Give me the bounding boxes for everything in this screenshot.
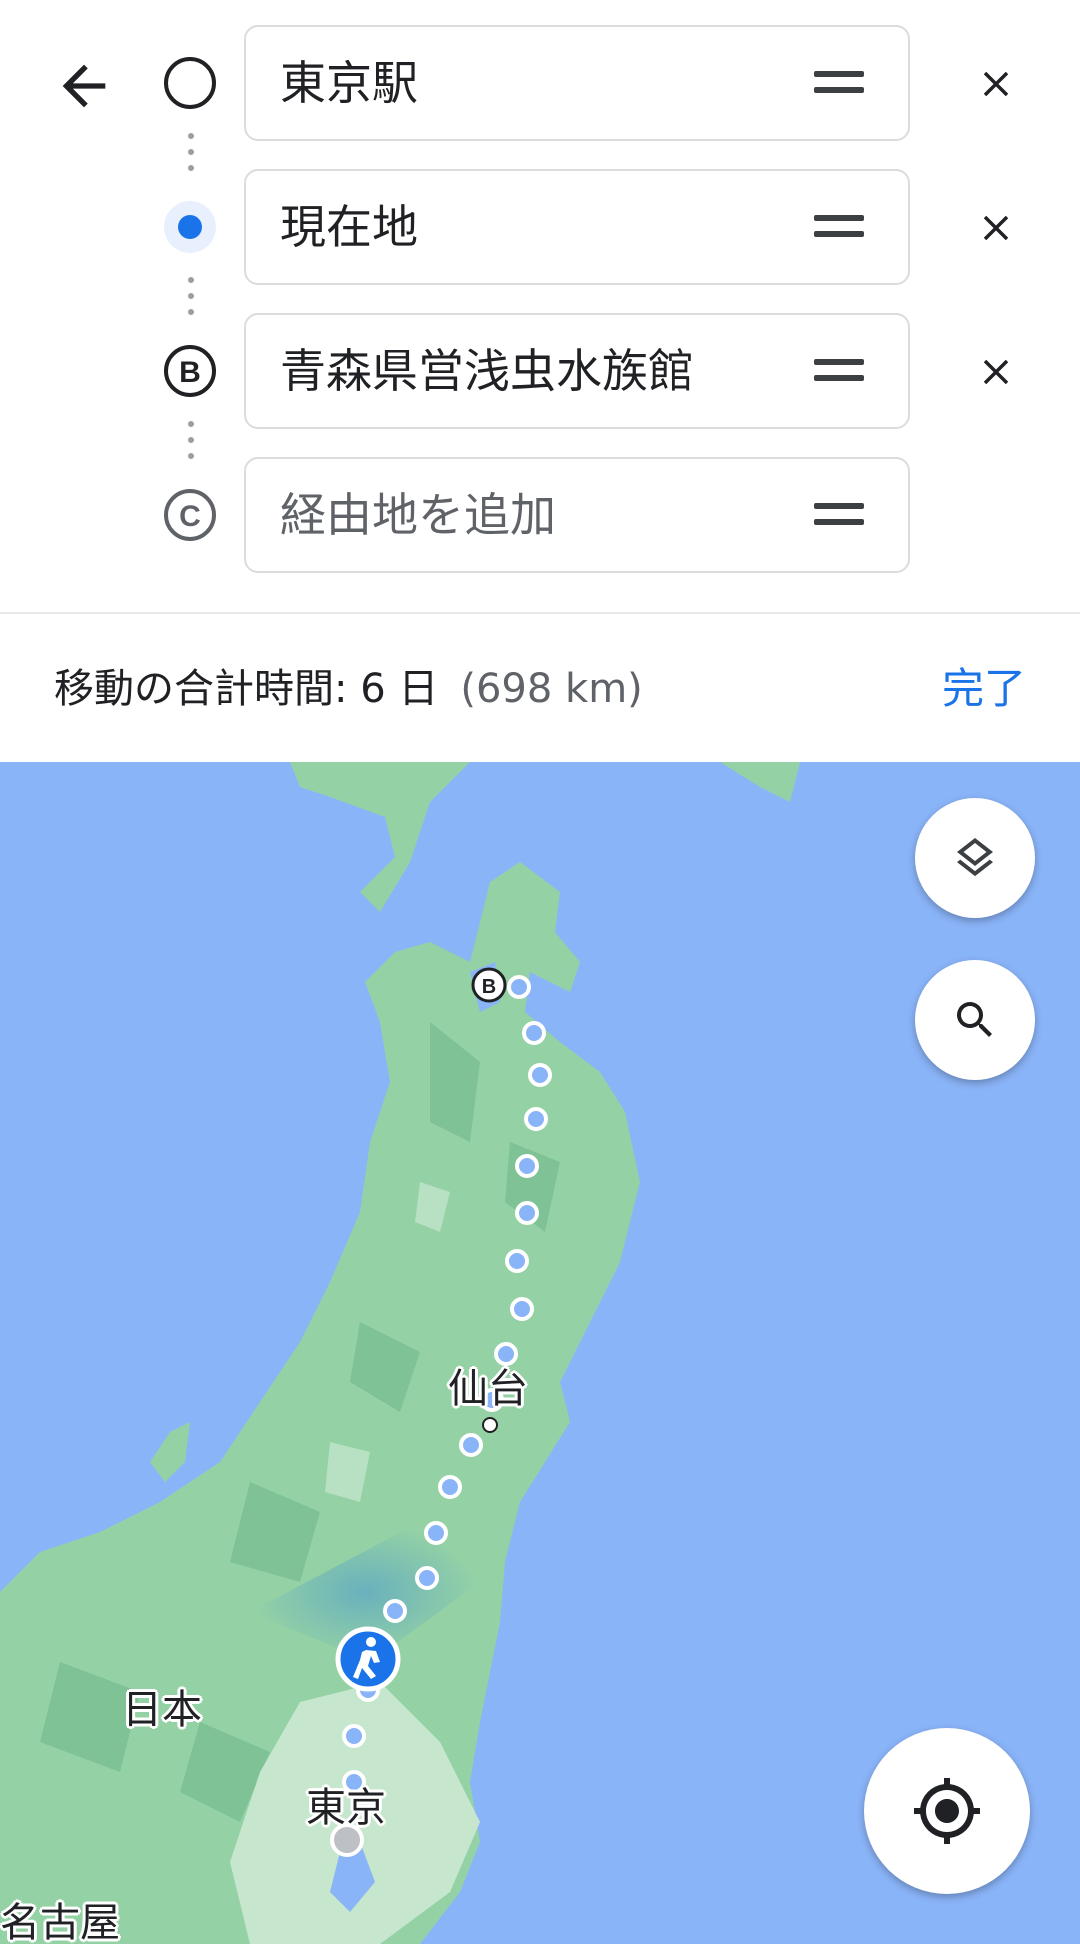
current-location-field-text: 現在地 [280, 200, 418, 254]
drag-handle-icon[interactable] [814, 215, 864, 241]
search-button[interactable] [915, 960, 1035, 1080]
walking-person-icon[interactable] [335, 1626, 401, 1692]
map-view[interactable]: B 仙台 日本 東京 名古屋 [0, 762, 1080, 1944]
waypoint-row-current: 現在地 [0, 169, 1080, 287]
add-stop-field[interactable]: 経由地を追加 [244, 457, 910, 573]
svg-text:B: B [179, 356, 201, 389]
land-sado [150, 1422, 190, 1482]
origin-field[interactable]: 東京駅 [244, 25, 910, 141]
land-hokkaido-east [720, 762, 800, 802]
sendai-city-dot [482, 1417, 498, 1433]
done-button[interactable]: 完了 [942, 664, 1026, 714]
layers-icon [957, 838, 993, 877]
svg-text:C: C [179, 500, 201, 533]
layers-button[interactable] [915, 798, 1035, 918]
drag-handle-icon[interactable] [814, 359, 864, 385]
waypoint-row-origin: 東京駅 [0, 25, 1080, 143]
waypoint-row-add-stop: C 経由地を追加 [0, 457, 1080, 575]
current-location-dot-icon [164, 201, 216, 253]
letter-marker-icon: C [164, 489, 216, 541]
map-label-tokyo: 東京 [306, 1785, 386, 1831]
close-icon[interactable] [975, 63, 1017, 105]
land-hokkaido [290, 762, 470, 912]
origin-field-text: 東京駅 [280, 56, 418, 110]
map-label-japan: 日本 [122, 1687, 202, 1733]
total-time: 移動の合計時間: 6 日 [54, 666, 439, 712]
current-location-field[interactable]: 現在地 [244, 169, 910, 285]
my-location-icon [914, 1778, 980, 1844]
drag-handle-icon[interactable] [814, 71, 864, 97]
map-label-sendai: 仙台 [448, 1366, 528, 1412]
drag-handle-icon[interactable] [814, 503, 864, 529]
destination-field[interactable]: 青森県営浅虫水族館 [244, 313, 910, 429]
total-distance: (698 km) [460, 666, 643, 712]
waypoint-row-destination: B 青森県営浅虫水族館 [0, 313, 1080, 431]
destination-field-text: 青森県営浅虫水族館 [280, 344, 694, 398]
trip-summary: 移動の合計時間: 6 日 (698 km) 完了 [0, 614, 1080, 762]
close-icon[interactable] [975, 207, 1017, 249]
destination-marker[interactable]: B [471, 967, 507, 1003]
close-icon[interactable] [975, 351, 1017, 393]
directions-panel: 東京駅 現在地 B 青森県営浅虫水族館 C 経由地を追加 [0, 0, 1080, 612]
letter-marker-icon: B [164, 345, 216, 397]
total-time-text: 移動の合計時間: 6 日 (698 km) [54, 664, 643, 714]
my-location-button[interactable] [864, 1728, 1030, 1894]
add-stop-placeholder: 経由地を追加 [280, 488, 556, 542]
map-label-nagoya: 名古屋 [0, 1900, 120, 1944]
origin-circle-icon [164, 57, 216, 109]
svg-text:B: B [482, 976, 496, 998]
search-icon [957, 1002, 992, 1037]
